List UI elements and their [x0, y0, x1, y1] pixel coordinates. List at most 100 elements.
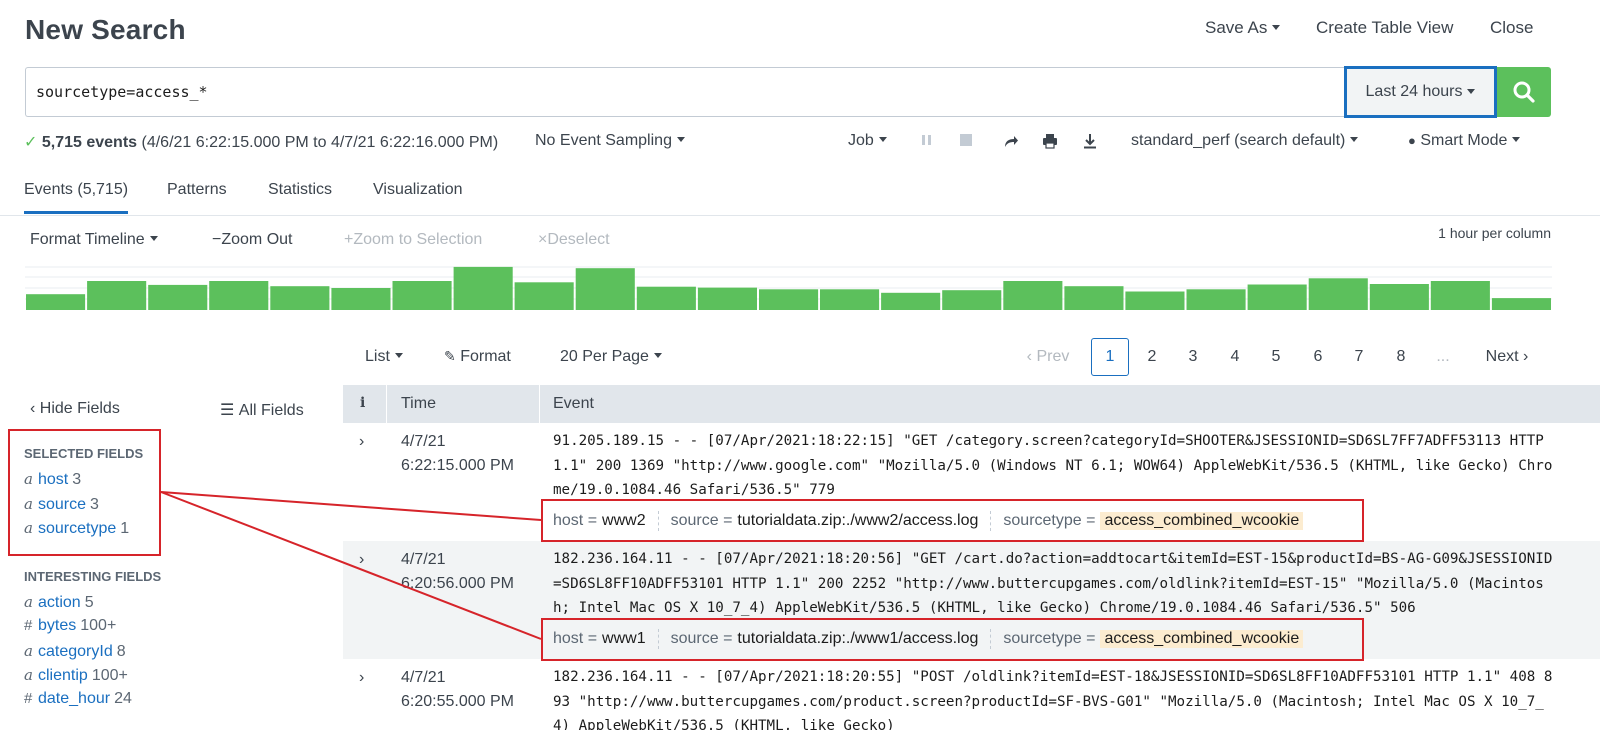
- field-date-hour[interactable]: # date_hour 24: [24, 690, 132, 708]
- zoom-out-button[interactable]: −Zoom Out: [212, 231, 292, 249]
- create-table-view-button[interactable]: Create Table View: [1316, 18, 1453, 38]
- timeline-scale-label: 1 hour per column: [1438, 225, 1551, 241]
- save-as-menu[interactable]: Save As: [1205, 18, 1281, 38]
- chevron-down-icon: [878, 137, 887, 143]
- search-perf-menu[interactable]: standard_perf (search default): [1131, 132, 1359, 150]
- number-type-icon: #: [24, 690, 33, 707]
- print-icon[interactable]: [1042, 133, 1058, 153]
- per-page-menu[interactable]: 20 Per Page: [560, 348, 662, 366]
- results-tabs: Events (5,715) Patterns Statistics Visua…: [0, 172, 1600, 216]
- list-icon: ☰: [220, 402, 235, 419]
- annotation-row2-fields-box: [541, 618, 1364, 661]
- page-2-button[interactable]: 2: [1133, 338, 1171, 376]
- job-menu[interactable]: Job: [848, 132, 887, 150]
- timeline-chart[interactable]: [25, 262, 1552, 310]
- timeline-bar[interactable]: [881, 292, 941, 310]
- timeline-bar[interactable]: [1125, 291, 1185, 311]
- check-icon: ✓: [24, 134, 38, 151]
- tab-patterns[interactable]: Patterns: [167, 181, 227, 211]
- all-fields-button[interactable]: ☰ All Fields: [220, 400, 304, 420]
- field-categoryid[interactable]: a categoryId 8: [24, 642, 126, 661]
- page-8-button[interactable]: 8: [1382, 338, 1420, 376]
- event-sampling-menu[interactable]: No Event Sampling: [535, 132, 685, 150]
- close-button[interactable]: Close: [1490, 18, 1533, 38]
- timeline-bar[interactable]: [636, 286, 696, 310]
- chevron-down-icon: [394, 353, 403, 359]
- timeline-bar[interactable]: [759, 289, 819, 310]
- timeline-bar[interactable]: [942, 290, 1002, 310]
- share-icon[interactable]: [1003, 133, 1019, 153]
- chevron-left-icon: ‹: [30, 400, 36, 417]
- search-icon: [1513, 81, 1535, 103]
- search-mode-menu[interactable]: ● Smart Mode: [1408, 132, 1521, 150]
- export-icon[interactable]: [1082, 133, 1098, 153]
- field-name: bytes: [38, 617, 77, 634]
- timeline-bar[interactable]: [820, 289, 880, 310]
- page-4-button[interactable]: 4: [1216, 338, 1254, 376]
- field-name: categoryId: [38, 643, 113, 660]
- zoom-to-selection-button[interactable]: +Zoom to Selection: [344, 231, 482, 249]
- timeline-bar[interactable]: [331, 288, 391, 310]
- timeline-bar[interactable]: [514, 282, 574, 310]
- event-date: 4/7/21: [401, 433, 446, 450]
- field-clientip[interactable]: a clientip 100+: [24, 666, 128, 685]
- field-count: 100+: [80, 617, 117, 634]
- prev-page-button[interactable]: ‹ Prev: [1018, 338, 1078, 376]
- tab-visualization[interactable]: Visualization: [373, 181, 463, 211]
- format-button[interactable]: ✎ Format: [444, 348, 511, 366]
- timeline-bar[interactable]: [392, 281, 452, 310]
- tab-events[interactable]: Events (5,715): [24, 181, 129, 214]
- timeline-bar[interactable]: [148, 284, 208, 310]
- zoom-to-selection-label: Zoom to Selection: [353, 231, 483, 248]
- timeline-bar[interactable]: [1003, 281, 1063, 310]
- time-range-picker[interactable]: Last 24 hours: [1344, 66, 1497, 118]
- field-count: 8: [116, 643, 126, 660]
- number-type-icon: #: [24, 617, 33, 634]
- timeline-bar[interactable]: [270, 286, 330, 310]
- string-type-icon: a: [24, 642, 33, 660]
- timeline-bar[interactable]: [575, 268, 635, 310]
- list-view-label: List: [365, 348, 390, 365]
- event-date: 4/7/21: [401, 551, 446, 568]
- page-7-button[interactable]: 7: [1340, 338, 1378, 376]
- page-1-button[interactable]: 1: [1091, 338, 1129, 376]
- search-input[interactable]: sourcetype=access_*: [25, 67, 1345, 117]
- event-range: (4/6/21 6:22:15.000 PM to 4/7/21 6:22:16…: [141, 134, 499, 151]
- timeline-bar[interactable]: [87, 281, 147, 310]
- timeline-bar[interactable]: [1491, 298, 1551, 310]
- field-bytes[interactable]: # bytes 100+: [24, 617, 116, 635]
- chevron-right-icon[interactable]: ›: [359, 551, 364, 569]
- timeline-bar[interactable]: [1430, 281, 1490, 310]
- hide-fields-button[interactable]: ‹ Hide Fields: [30, 400, 120, 418]
- page-6-button[interactable]: 6: [1299, 338, 1337, 376]
- timeline-bar[interactable]: [1186, 289, 1246, 310]
- table-row: › 4/7/21 6:20:55.000 PM 182.236.164.11 - …: [343, 659, 1600, 730]
- pause-icon[interactable]: [920, 133, 934, 151]
- plus-icon: +: [344, 231, 354, 248]
- chevron-right-icon[interactable]: ›: [359, 669, 364, 687]
- timeline-bar[interactable]: [1369, 284, 1429, 310]
- format-timeline-menu[interactable]: Format Timeline: [30, 231, 158, 249]
- event-clock: 6:20:56.000 PM: [401, 575, 514, 592]
- chevron-right-icon[interactable]: ›: [359, 433, 364, 451]
- time-column-header[interactable]: Time: [401, 395, 436, 413]
- page-5-button[interactable]: 5: [1257, 338, 1295, 376]
- stop-icon[interactable]: [959, 133, 973, 151]
- string-type-icon: a: [24, 666, 33, 684]
- timeline-bar[interactable]: [1247, 284, 1307, 311]
- deselect-button[interactable]: ×Deselect: [538, 231, 610, 249]
- timeline-bar[interactable]: [1308, 278, 1368, 310]
- chevron-down-icon: [1350, 137, 1359, 143]
- timeline-bar[interactable]: [453, 266, 513, 310]
- page-3-button[interactable]: 3: [1174, 338, 1212, 376]
- tab-statistics[interactable]: Statistics: [268, 181, 332, 211]
- list-view-menu[interactable]: List: [365, 348, 403, 366]
- search-button[interactable]: [1497, 67, 1551, 117]
- timeline-bar[interactable]: [697, 287, 757, 310]
- field-action[interactable]: a action 5: [24, 593, 94, 612]
- next-page-button[interactable]: Next ›: [1475, 338, 1539, 376]
- chevron-down-icon: [1467, 88, 1476, 94]
- timeline-bar[interactable]: [26, 294, 86, 310]
- timeline-bar[interactable]: [1064, 286, 1124, 310]
- timeline-bar[interactable]: [209, 281, 269, 310]
